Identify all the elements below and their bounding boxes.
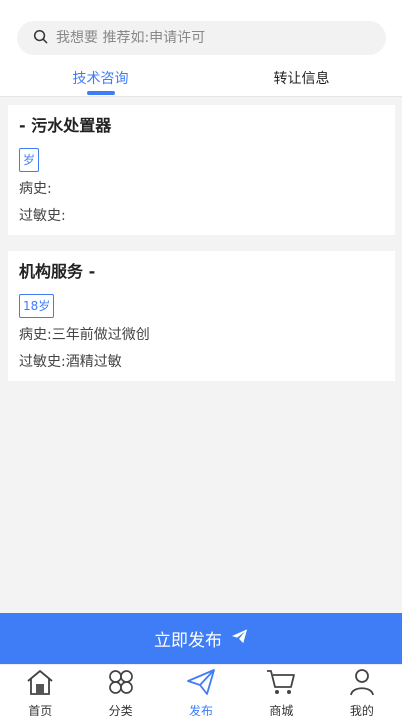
tabbar-item-category[interactable]: 分类	[80, 665, 160, 716]
search-icon	[33, 29, 48, 48]
header: 技术咨询 转让信息	[0, 0, 402, 97]
tabbar-item-mine[interactable]: 我的	[322, 665, 402, 716]
tabbar-label: 发布	[189, 704, 214, 716]
paper-plane-icon	[222, 628, 248, 650]
tab-label: 转让信息	[273, 71, 330, 87]
age-badge: 18岁	[19, 294, 55, 318]
tabbar-item-publish[interactable]: 发布	[161, 665, 241, 716]
medical-history: 病史:	[19, 181, 52, 197]
tabbar-label: 我的	[349, 704, 374, 716]
allergy-history: 过敏史:酒精过敏	[19, 354, 122, 370]
tabbar-label: 首页	[28, 704, 53, 716]
user-icon	[347, 668, 377, 700]
medical-history: 病史:三年前做过微创	[19, 327, 150, 343]
allergy-history: 过敏史:	[19, 208, 66, 224]
tab-technical-consulting[interactable]: 技术咨询	[0, 62, 201, 96]
age-badge: 岁	[19, 148, 40, 172]
tabbar-item-home[interactable]: 首页	[0, 665, 80, 716]
list-card[interactable]: - 污水处置器 岁 病史: 过敏史:	[8, 105, 395, 235]
tab-transfer-info[interactable]: 转让信息	[201, 62, 402, 96]
home-icon	[25, 668, 55, 700]
list-card[interactable]: 机构服务 - 18岁 病史:三年前做过微创 过敏史:酒精过敏	[8, 251, 395, 381]
publish-button[interactable]: 立即发布	[0, 613, 402, 664]
category-icon	[106, 668, 136, 700]
tabbar-item-mall[interactable]: 商城	[241, 665, 321, 716]
search-input[interactable]	[56, 30, 356, 46]
bottom-tabbar: 首页 分类 发布 商城 我的	[0, 664, 402, 716]
card-title: 机构服务 -	[19, 262, 96, 281]
tab-label: 技术咨询	[72, 71, 129, 87]
tab-indicator	[86, 91, 115, 95]
card-title: - 污水处置器	[19, 116, 112, 135]
tab-bar: 技术咨询 转让信息	[0, 62, 402, 96]
tabbar-label: 分类	[108, 704, 133, 716]
search-bar[interactable]	[17, 21, 386, 55]
tabbar-label: 商城	[269, 704, 294, 716]
publish-label: 立即发布	[154, 631, 222, 651]
cart-icon	[266, 668, 296, 700]
send-icon	[186, 668, 216, 700]
